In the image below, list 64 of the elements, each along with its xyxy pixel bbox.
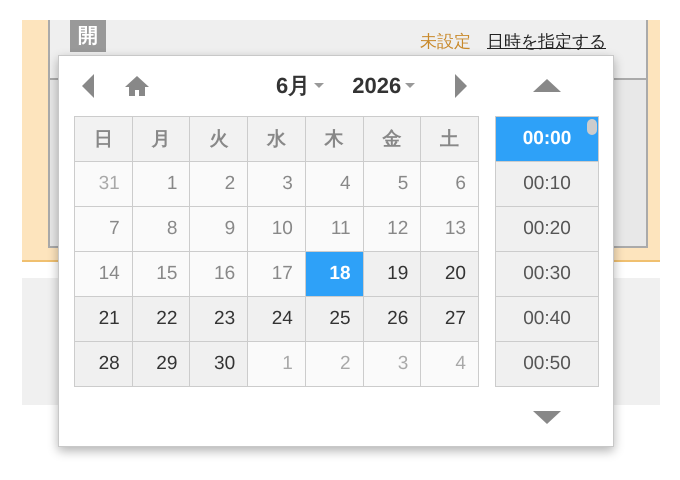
time-option[interactable]: 00:20 [496, 207, 598, 252]
caret-icon [405, 83, 416, 89]
day-cell[interactable]: 15 [132, 252, 190, 297]
day-cell[interactable]: 3 [248, 162, 306, 207]
weekday-header: 火 [190, 117, 248, 162]
next-month-button[interactable] [453, 74, 468, 98]
up-triangle-icon [533, 79, 561, 93]
day-cell[interactable]: 31 [75, 162, 133, 207]
day-cell[interactable]: 11 [306, 207, 364, 252]
set-datetime-link[interactable]: 日時を指定する [487, 30, 606, 53]
weekday-header: 日 [75, 117, 133, 162]
home-button[interactable] [124, 75, 150, 97]
day-cell[interactable]: 30 [190, 342, 248, 387]
day-cell[interactable]: 24 [248, 297, 306, 342]
time-option[interactable]: 00:00 [496, 117, 598, 162]
day-cell[interactable]: 2 [306, 342, 364, 387]
day-cell[interactable]: 10 [248, 207, 306, 252]
previous-month-button[interactable] [82, 74, 96, 98]
day-cell[interactable]: 22 [132, 297, 190, 342]
day-cell[interactable]: 17 [248, 252, 306, 297]
day-cell[interactable]: 25 [306, 297, 364, 342]
caret-icon [314, 83, 324, 89]
day-cell[interactable]: 19 [364, 252, 422, 297]
day-cell[interactable]: 8 [132, 207, 190, 252]
status-text: 未設定 [420, 31, 471, 53]
weekday-header: 月 [132, 117, 190, 162]
day-cell[interactable]: 21 [75, 297, 133, 342]
weekday-header: 金 [364, 117, 422, 162]
day-cell[interactable]: 4 [421, 342, 479, 387]
right-triangle-icon [453, 74, 468, 98]
left-triangle-icon [82, 74, 96, 98]
day-cell[interactable]: 18 [306, 252, 364, 297]
day-cell[interactable]: 6 [421, 162, 479, 207]
day-cell[interactable]: 28 [75, 342, 133, 387]
time-option[interactable]: 00:50 [496, 342, 598, 387]
day-cell[interactable]: 16 [190, 252, 248, 297]
time-option[interactable]: 00:30 [496, 252, 598, 297]
day-cell[interactable]: 23 [190, 297, 248, 342]
day-cell[interactable]: 29 [132, 342, 190, 387]
day-cell[interactable]: 5 [364, 162, 422, 207]
day-cell[interactable]: 14 [75, 252, 133, 297]
day-cell[interactable]: 12 [364, 207, 422, 252]
day-cell[interactable]: 1 [132, 162, 190, 207]
day-cell[interactable]: 7 [75, 207, 133, 252]
day-cell[interactable]: 9 [190, 207, 248, 252]
day-cell[interactable]: 2 [190, 162, 248, 207]
day-cell[interactable]: 1 [248, 342, 306, 387]
down-triangle-icon [533, 410, 561, 424]
time-option[interactable]: 00:10 [496, 162, 598, 207]
day-cell[interactable]: 26 [364, 297, 422, 342]
home-icon [124, 75, 150, 97]
day-cell[interactable]: 20 [421, 252, 479, 297]
weekday-header: 木 [306, 117, 364, 162]
weekday-header: 土 [421, 117, 479, 162]
day-cell[interactable]: 3 [364, 342, 422, 387]
day-cell[interactable]: 4 [306, 162, 364, 207]
year-dropdown[interactable]: 2026 [352, 73, 416, 99]
status-badge: 開 [70, 20, 106, 52]
scrollbar-thumb[interactable] [587, 119, 597, 135]
weekday-header: 水 [248, 117, 306, 162]
month-dropdown[interactable]: 6月 [276, 71, 324, 101]
day-cell[interactable]: 13 [421, 207, 479, 252]
time-option[interactable]: 00:40 [496, 297, 598, 342]
day-cell[interactable]: 27 [421, 297, 479, 342]
